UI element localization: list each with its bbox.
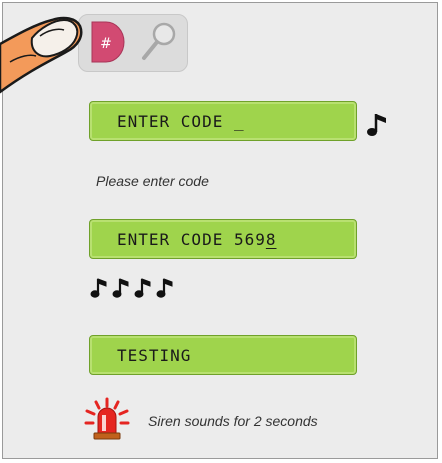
hint-siren: Siren sounds for 2 seconds xyxy=(148,413,318,429)
music-note-icon xyxy=(367,114,386,136)
display-text: ENTER CODE 5698 xyxy=(117,220,277,260)
display-cursor-digit: 8 xyxy=(265,230,277,249)
siren-icon xyxy=(84,397,130,440)
display-text: ENTER CODE _ xyxy=(117,112,245,131)
pointing-finger-icon xyxy=(0,16,83,94)
code-display-prompt: ENTER CODE _ xyxy=(89,101,357,141)
four-beeps-icon xyxy=(90,278,173,298)
status-display-testing: TESTING xyxy=(89,335,357,375)
display-text: TESTING xyxy=(117,346,192,365)
search-icon[interactable] xyxy=(136,18,180,64)
display-code: ENTER CODE 569 xyxy=(117,230,266,249)
hint-enter-code: Please enter code xyxy=(96,173,209,189)
code-display-entered: ENTER CODE 5698 xyxy=(89,219,357,259)
